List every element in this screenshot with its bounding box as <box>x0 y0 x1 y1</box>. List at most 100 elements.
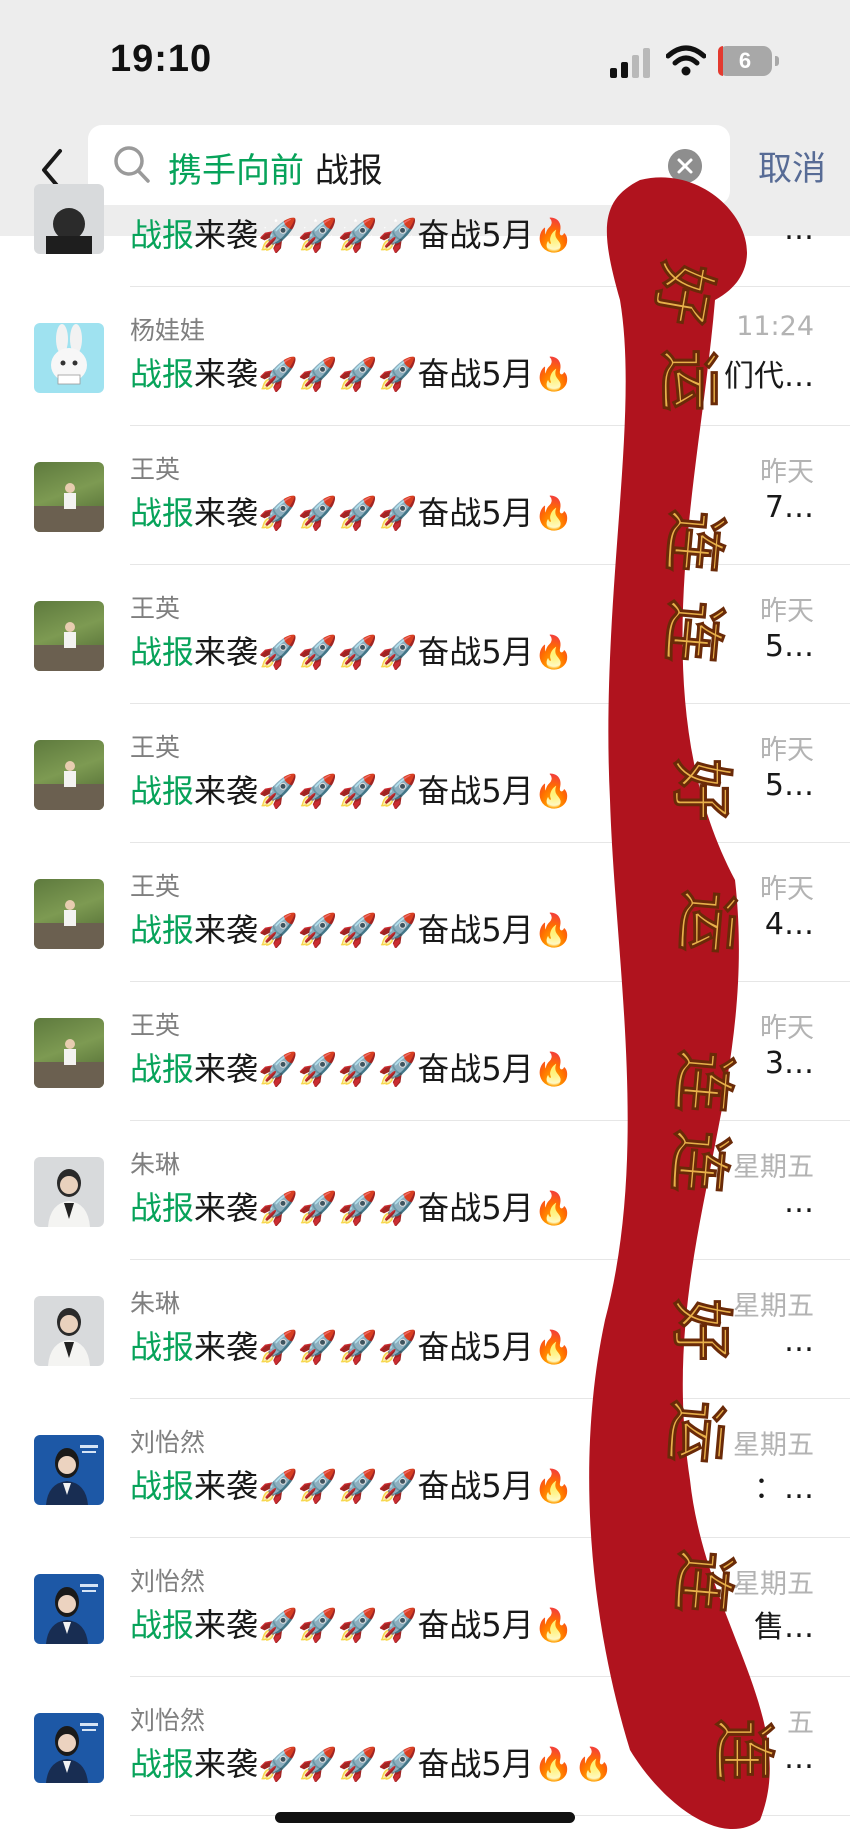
message-text: 来袭🚀🚀🚀🚀奋战5月🔥 <box>194 772 574 810</box>
message-snippet: 战报来袭🚀🚀🚀🚀奋战5月🔥 <box>130 627 574 673</box>
message-snippet: 战报来袭🚀🚀🚀🚀奋战5月🔥 <box>130 210 574 256</box>
message-tail: … <box>784 212 814 247</box>
message-tail: ：… <box>754 1471 814 1506</box>
message-snippet: 战报来袭🚀🚀🚀🚀奋战5月🔥 <box>130 1322 574 1368</box>
message-tail: 4… <box>764 907 814 942</box>
result-row[interactable]: 刘怡然 五 战报来袭🚀🚀🚀🚀奋战5月🔥🔥 … <box>0 1677 850 1816</box>
result-row[interactable]: 刘怡然 星期五 战报来袭🚀🚀🚀🚀奋战5月🔥 ：… <box>0 1399 850 1538</box>
avatar <box>34 740 104 810</box>
message-text: 来袭🚀🚀🚀🚀奋战5月🔥 <box>194 633 574 671</box>
home-indicator <box>275 1812 575 1823</box>
result-row[interactable]: 杨娃娃 11:24 战报来袭🚀🚀🚀🚀奋战5月🔥 们代… <box>0 287 850 426</box>
message-text: 来袭🚀🚀🚀🚀奋战5月🔥🔥 <box>194 1745 614 1783</box>
battery-icon: 6 <box>718 46 772 76</box>
message-tail: 售… <box>754 1610 814 1645</box>
result-row[interactable]: 朱琳 星期五 战报来袭🚀🚀🚀🚀奋战5月🔥 … <box>0 1260 850 1399</box>
message-snippet: 战报来袭🚀🚀🚀🚀奋战5月🔥 <box>130 488 574 534</box>
sender-name: 王英 <box>130 455 181 484</box>
message-text: 来袭🚀🚀🚀🚀奋战5月🔥 <box>194 1606 574 1644</box>
sender-name: 朱琳 <box>130 1150 181 1179</box>
message-date: 昨天 <box>760 1013 814 1044</box>
sender-name: 朱琳 <box>130 1289 181 1318</box>
message-tail: … <box>784 1324 814 1359</box>
avatar <box>34 184 104 254</box>
message-date: 昨天 <box>760 457 814 488</box>
result-row[interactable]: 战报来袭🚀🚀🚀🚀奋战5月🔥 … <box>0 148 850 287</box>
status-bar: 19:10 6 <box>0 0 850 120</box>
keyword-highlight: 战报 <box>130 494 195 532</box>
avatar <box>34 323 104 393</box>
avatar <box>34 1296 104 1366</box>
message-date: 星期五 <box>733 1291 814 1322</box>
message-date: 昨天 <box>760 735 814 766</box>
message-text: 来袭🚀🚀🚀🚀奋战5月🔥 <box>194 1050 574 1088</box>
message-date: 星期五 <box>733 1152 814 1183</box>
keyword-highlight: 战报 <box>130 1328 195 1366</box>
avatar <box>34 1574 104 1644</box>
battery-tip <box>775 56 779 66</box>
message-snippet: 战报来袭🚀🚀🚀🚀奋战5月🔥 <box>130 905 574 951</box>
message-tail: … <box>784 1185 814 1220</box>
status-time: 19:10 <box>110 38 213 80</box>
wifi-icon <box>666 45 706 76</box>
avatar <box>34 1018 104 1088</box>
sender-name: 刘怡然 <box>130 1567 206 1596</box>
keyword-highlight: 战报 <box>130 1189 195 1227</box>
result-row[interactable]: 王英 昨天 战报来袭🚀🚀🚀🚀奋战5月🔥 5… <box>0 704 850 843</box>
message-snippet: 战报来袭🚀🚀🚀🚀奋战5月🔥 <box>130 1600 574 1646</box>
sender-name: 王英 <box>130 733 181 762</box>
message-date: 五 <box>787 1708 814 1739</box>
result-row[interactable]: 王英 昨天 战报来袭🚀🚀🚀🚀奋战5月🔥 3… <box>0 982 850 1121</box>
message-text: 来袭🚀🚀🚀🚀奋战5月🔥 <box>194 216 574 254</box>
message-text: 来袭🚀🚀🚀🚀奋战5月🔥 <box>194 911 574 949</box>
keyword-highlight: 战报 <box>130 216 195 254</box>
message-tail: 7… <box>764 490 814 525</box>
message-date: 11:24 <box>736 311 814 342</box>
message-text: 来袭🚀🚀🚀🚀奋战5月🔥 <box>194 1467 574 1505</box>
keyword-highlight: 战报 <box>130 1745 195 1783</box>
message-snippet: 战报来袭🚀🚀🚀🚀奋战5月🔥 <box>130 1461 574 1507</box>
keyword-highlight: 战报 <box>130 911 195 949</box>
message-tail: … <box>784 1741 814 1776</box>
message-tail: 们代… <box>724 359 814 394</box>
sender-name: 杨娃娃 <box>130 316 206 345</box>
message-date: 昨天 <box>760 596 814 627</box>
message-tail: 3… <box>764 1046 814 1081</box>
message-snippet: 战报来袭🚀🚀🚀🚀奋战5月🔥 <box>130 766 574 812</box>
avatar <box>34 879 104 949</box>
result-row[interactable]: 刘怡然 星期五 战报来袭🚀🚀🚀🚀奋战5月🔥 售… <box>0 1538 850 1677</box>
message-text: 来袭🚀🚀🚀🚀奋战5月🔥 <box>194 494 574 532</box>
avatar <box>34 1713 104 1783</box>
message-snippet: 战报来袭🚀🚀🚀🚀奋战5月🔥 <box>130 349 574 395</box>
message-tail: 5… <box>764 629 814 664</box>
sender-name: 王英 <box>130 1011 181 1040</box>
sender-name: 王英 <box>130 872 181 901</box>
avatar <box>34 462 104 532</box>
result-row[interactable]: 王英 昨天 战报来袭🚀🚀🚀🚀奋战5月🔥 5… <box>0 565 850 704</box>
message-date: 昨天 <box>760 874 814 905</box>
cellular-signal-icon <box>610 48 650 78</box>
keyword-highlight: 战报 <box>130 1467 195 1505</box>
avatar <box>34 1435 104 1505</box>
result-row[interactable]: 朱琳 星期五 战报来袭🚀🚀🚀🚀奋战5月🔥 … <box>0 1121 850 1260</box>
message-snippet: 战报来袭🚀🚀🚀🚀奋战5月🔥🔥 <box>130 1739 613 1785</box>
message-text: 来袭🚀🚀🚀🚀奋战5月🔥 <box>194 355 574 393</box>
keyword-highlight: 战报 <box>130 1050 195 1088</box>
sender-name: 王英 <box>130 594 181 623</box>
message-text: 来袭🚀🚀🚀🚀奋战5月🔥 <box>194 1189 574 1227</box>
keyword-highlight: 战报 <box>130 355 195 393</box>
message-text: 来袭🚀🚀🚀🚀奋战5月🔥 <box>194 1328 574 1366</box>
result-row[interactable]: 王英 昨天 战报来袭🚀🚀🚀🚀奋战5月🔥 4… <box>0 843 850 982</box>
message-snippet: 战报来袭🚀🚀🚀🚀奋战5月🔥 <box>130 1183 574 1229</box>
message-date: 星期五 <box>733 1430 814 1461</box>
keyword-highlight: 战报 <box>130 772 195 810</box>
avatar <box>34 601 104 671</box>
sender-name: 刘怡然 <box>130 1706 206 1735</box>
keyword-highlight: 战报 <box>130 633 195 671</box>
sender-name: 刘怡然 <box>130 1428 206 1457</box>
message-tail: 5… <box>764 768 814 803</box>
keyword-highlight: 战报 <box>130 1606 195 1644</box>
message-date: 星期五 <box>733 1569 814 1600</box>
message-snippet: 战报来袭🚀🚀🚀🚀奋战5月🔥 <box>130 1044 574 1090</box>
result-row[interactable]: 王英 昨天 战报来袭🚀🚀🚀🚀奋战5月🔥 7… <box>0 426 850 565</box>
